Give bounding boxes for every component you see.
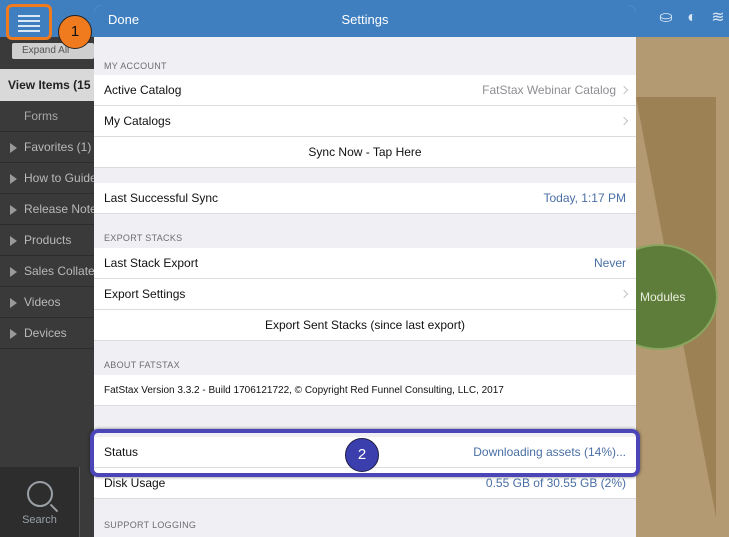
last-sync-row: Last Successful Sync Today, 1:17 PM — [94, 183, 636, 214]
sidebar-item-products[interactable]: Products — [0, 225, 94, 256]
sidebar-item-favorites[interactable]: Favorites (1) — [0, 132, 94, 163]
menu-button[interactable] — [6, 4, 52, 40]
last-stack-export-row: Last Stack Export Never — [94, 248, 636, 279]
search-label: Search — [22, 514, 57, 526]
step-badge-1: 1 — [58, 15, 92, 49]
disclosure-triangle-icon — [10, 235, 17, 246]
disclosure-triangle-icon — [10, 204, 17, 215]
sync-now-row[interactable]: Sync Now - Tap Here — [94, 137, 636, 168]
last-stack-export-value: Never — [593, 256, 626, 270]
done-button[interactable]: Done — [108, 5, 139, 35]
version-row: FatStax Version 3.3.2 - Build 1706121722… — [94, 375, 636, 406]
sidebar-item-sales-collateral[interactable]: Sales Collate — [0, 256, 94, 287]
sidebar: Expand All View Items (15 Forms Favorite… — [0, 37, 94, 537]
settings-title: Settings — [341, 12, 389, 27]
export-settings-row[interactable]: Export Settings — [94, 279, 636, 310]
disclosure-triangle-icon — [10, 297, 17, 308]
chevron-right-icon — [619, 85, 629, 95]
person-icon[interactable]: ⛀ — [656, 8, 676, 28]
disclosure-triangle-icon — [10, 328, 17, 339]
contrast-icon[interactable]: ◐ — [682, 8, 702, 28]
settings-header: Settings Done — [94, 5, 636, 37]
sidebar-item-forms[interactable]: Forms — [0, 101, 94, 132]
section-header-my-account: MY ACCOUNT — [104, 61, 167, 71]
view-items-header[interactable]: View Items (15 — [0, 69, 94, 101]
sidebar-item-devices[interactable]: Devices — [0, 318, 94, 349]
chevron-right-icon — [619, 116, 629, 126]
sidebar-list: Forms Favorites (1) How to Guide Release… — [0, 101, 94, 349]
sidebar-item-how-to-guide[interactable]: How to Guide — [0, 163, 94, 194]
disclosure-triangle-icon — [10, 266, 17, 277]
search-icon — [26, 481, 53, 507]
export-settings-label: Export Settings — [104, 287, 186, 301]
active-catalog-row[interactable]: Active Catalog FatStax Webinar Catalog — [94, 75, 636, 106]
modules-label: Modules — [640, 290, 686, 304]
last-sync-value: Today, 1:17 PM — [543, 191, 627, 205]
layers-icon[interactable]: ≋ — [708, 8, 728, 28]
step-badge-2: 2 — [345, 438, 379, 472]
active-catalog-value: FatStax Webinar Catalog — [482, 83, 616, 97]
export-sent-stacks-row[interactable]: Export Sent Stacks (since last export) — [94, 310, 636, 341]
version-text: FatStax Version 3.3.2 - Build 1706121722… — [104, 385, 504, 396]
app-frame: ⛀ ◐ ≋ Modules Expand All View Items (15 … — [0, 0, 729, 537]
active-catalog-label: Active Catalog — [104, 83, 182, 97]
chevron-right-icon — [619, 289, 629, 299]
sync-now-button[interactable]: Sync Now - Tap Here — [94, 137, 636, 168]
hamburger-icon — [18, 15, 40, 35]
disclosure-triangle-icon — [10, 142, 17, 153]
section-header-export-stacks: EXPORT STACKS — [104, 233, 183, 243]
sidebar-item-release-notes[interactable]: Release Note — [0, 194, 94, 225]
my-catalogs-row[interactable]: My Catalogs — [94, 106, 636, 137]
my-catalogs-label: My Catalogs — [104, 114, 171, 128]
top-right-icons: ⛀ ◐ ≋ — [656, 8, 728, 28]
last-sync-label: Last Successful Sync — [104, 191, 219, 205]
export-sent-stacks-button[interactable]: Export Sent Stacks (since last export) — [94, 310, 636, 341]
last-stack-export-label: Last Stack Export — [104, 256, 199, 270]
section-header-support-logging: SUPPORT LOGGING — [104, 520, 197, 530]
search-button[interactable]: Search — [0, 467, 80, 537]
disclosure-triangle-icon — [10, 173, 17, 184]
section-header-about: ABOUT FATSTAX — [104, 360, 180, 370]
sidebar-item-videos[interactable]: Videos — [0, 287, 94, 318]
